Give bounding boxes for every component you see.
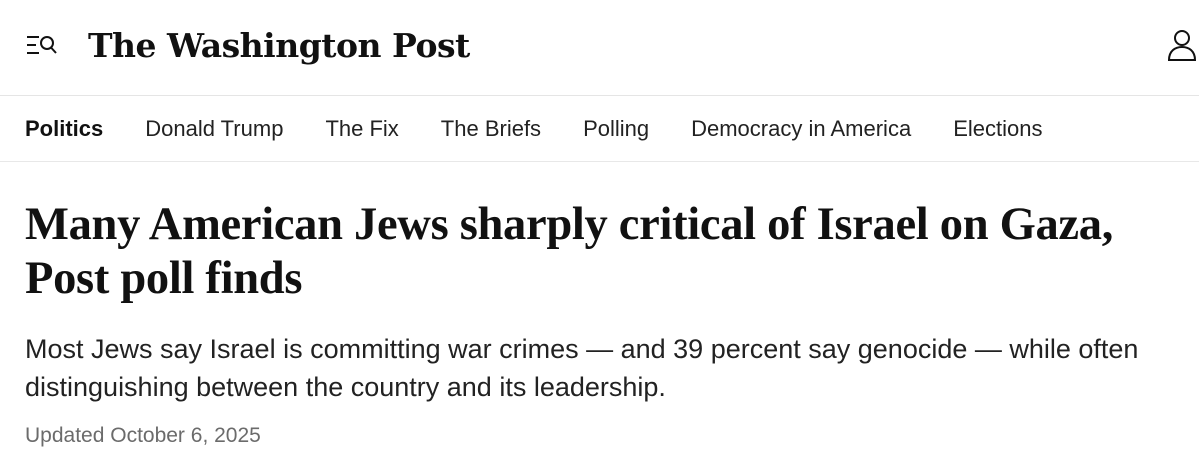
- top-bar: The Washington Post: [0, 0, 1199, 96]
- section-nav: Politics Donald Trump The Fix The Briefs…: [0, 96, 1199, 162]
- article-timestamp: Updated October 6, 2025: [25, 424, 261, 447]
- nav-item-elections[interactable]: Elections: [953, 116, 1042, 142]
- nav-item-donald-trump[interactable]: Donald Trump: [145, 116, 283, 142]
- nav-item-the-fix[interactable]: The Fix: [325, 116, 398, 142]
- nav-item-democracy-in-america[interactable]: Democracy in America: [691, 116, 911, 142]
- menu-search-icon[interactable]: [26, 32, 58, 60]
- nav-item-polling[interactable]: Polling: [583, 116, 649, 142]
- user-icon[interactable]: [1166, 28, 1198, 62]
- site-logo[interactable]: The Washington Post: [88, 22, 470, 70]
- user-glyph: [1167, 30, 1197, 61]
- nav-item-politics[interactable]: Politics: [25, 116, 103, 142]
- nav-item-the-briefs[interactable]: The Briefs: [441, 116, 541, 142]
- menu-search-glyph: [27, 36, 57, 54]
- article-subheadline: Most Jews say Israel is committing war c…: [25, 334, 1139, 402]
- article-headline: Many American Jews sharply critical of I…: [25, 199, 1114, 304]
- section-nav-list: Politics Donald Trump The Fix The Briefs…: [25, 96, 1084, 162]
